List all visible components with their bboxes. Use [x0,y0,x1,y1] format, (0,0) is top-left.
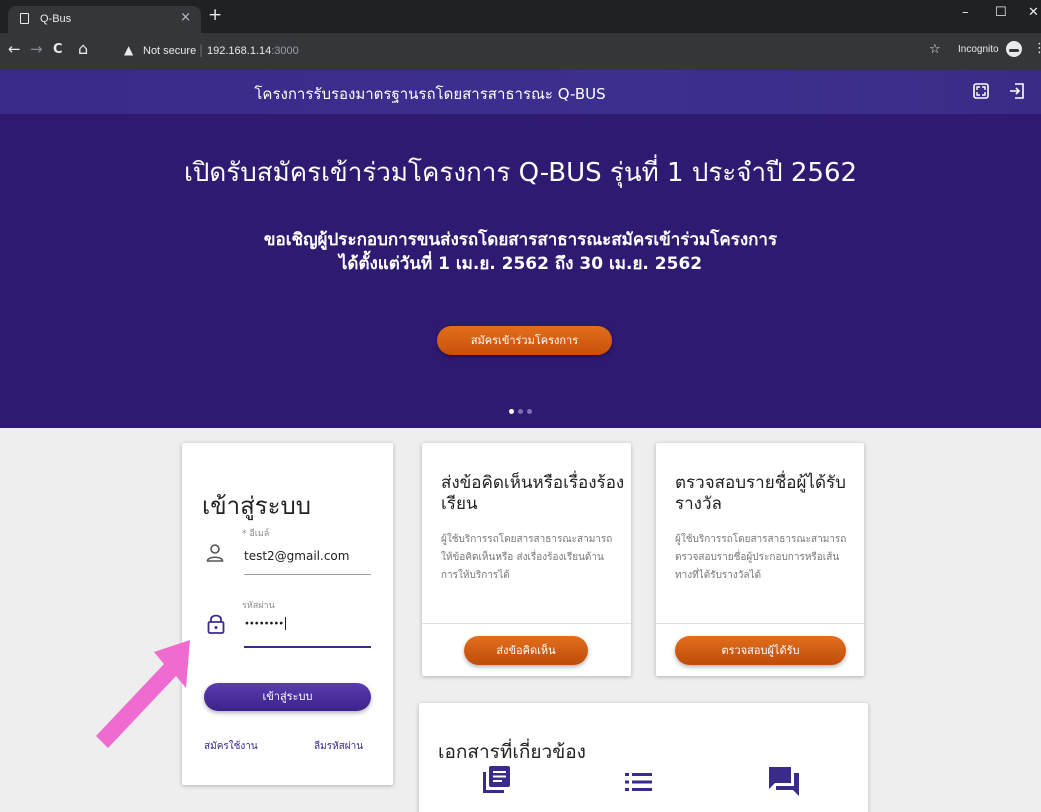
forgot-password-link[interactable]: ลืมรหัสผ่าน [314,739,363,754]
annotation-arrow-icon [96,640,190,748]
library-books-icon[interactable] [481,765,511,795]
app-bar: โครงการรับรองมาตรฐานรถโดยสารสาธารณะ Q-BU… [0,70,1041,114]
lock-icon [207,614,225,634]
password-label: รหัสผ่าน [242,601,275,611]
page-icon [20,13,29,24]
hero-subtitle-line1: ขอเชิญผู้ประกอบการขนส่งรถโดยสารสาธารณะสม… [263,230,778,250]
back-button[interactable]: ← [8,42,21,57]
url-port: :3000 [271,45,299,57]
award-description: ผู้ใช้บริการรถโดยสารสาธารณะสามารถตรวจสอบ… [675,534,847,581]
address-bar[interactable]: ▲ Not secure | 192.168.1.14:3000 [115,39,941,64]
card-divider [656,623,864,624]
carousel-dot-1[interactable] [509,409,514,414]
register-link[interactable]: สมัครใช้งาน [204,739,258,754]
text-cursor [285,617,287,630]
carousel-dot-3[interactable] [527,409,532,414]
url-text[interactable]: 192.168.1.14:3000 [207,45,299,57]
feedback-card: ส่งข้อคิดเห็นหรือเรื่องร้องเรียน ผู้ใช้บ… [422,443,631,676]
page: โครงการรับรองมาตรฐานรถโดยสารสาธารณะ Q-BU… [0,70,1041,812]
award-title: ตรวจสอบรายชื่อผู้ได้รับรางวัล [675,473,846,514]
tab-title: Q-Bus [40,13,72,25]
apply-button[interactable]: สมัครเข้าร่วมโครงการ [437,326,612,355]
bookmark-star-icon[interactable]: ☆ [929,42,941,57]
email-underline [244,574,371,575]
documents-card: เอกสารที่เกี่ยวข้อง [419,703,868,812]
login-card: เข้าสู่ระบบ * อีเมล์ test2@gmail.com รหั… [182,443,393,785]
required-mark: * [242,529,247,539]
password-value: •••••••• [244,618,284,630]
password-underline [244,646,371,648]
password-input[interactable]: •••••••• [244,617,287,630]
url-host: 192.168.1.14 [207,45,272,57]
app-title: โครงการรับรองมาตรฐานรถโดยสารสาธารณะ Q-BU… [254,85,606,103]
login-button[interactable]: เข้าสู่ระบบ [204,683,371,711]
browser-toolbar: ← → C ⌂ ▲ Not secure | 192.168.1.14:3000… [0,33,1041,70]
check-awards-button[interactable]: ตรวจสอบผู้ได้รับ [675,636,846,665]
browser-menu-icon[interactable]: ⋮ [1033,41,1041,56]
login-title: เข้าสู่ระบบ [202,492,311,520]
tab-close-icon[interactable]: × [180,10,191,25]
security-status[interactable]: Not secure [143,45,196,57]
hero-carousel: เปิดรับสมัครเข้าร่วมโครงการ Q-BUS รุ่นที… [0,114,1041,428]
documents-title: เอกสารที่เกี่ยวข้อง [438,741,586,763]
email-input[interactable]: test2@gmail.com [244,549,349,563]
send-feedback-button[interactable]: ส่งข้อคิดเห็น [464,636,588,665]
fullscreen-icon[interactable] [972,82,990,100]
hero-title: เปิดรับสมัครเข้าร่วมโครงการ Q-BUS รุ่นที… [183,158,858,188]
person-icon [206,544,224,562]
incognito-icon[interactable] [1006,41,1022,57]
email-label: * อีเมล์ [242,526,269,540]
hero-subtitle-line2: ได้ตั้งแต่วันที่ 1 เม.ย. 2562 ถึง 30 เม.… [338,254,703,274]
forward-button[interactable]: → [30,42,43,57]
home-button[interactable]: ⌂ [78,41,88,57]
card-divider [422,623,631,624]
incognito-label: Incognito [958,44,999,55]
browser-tab[interactable]: Q-Bus × [8,6,201,33]
award-card: ตรวจสอบรายชื่อผู้ได้รับรางวัล ผู้ใช้บริก… [656,443,864,676]
browser-titlebar: Q-Bus × + – ☐ ✕ [0,0,1041,33]
email-label-text: อีเมล์ [249,529,270,539]
maximize-button[interactable]: ☐ [995,5,1007,20]
reload-button[interactable]: C [53,42,63,57]
new-tab-button[interactable]: + [208,7,222,24]
forum-icon[interactable] [767,765,801,797]
warning-icon[interactable]: ▲ [124,43,133,57]
feedback-description: ผู้ใช้บริการรถโดยสารสาธารณะสามารถให้ข้อค… [441,534,613,581]
list-icon[interactable] [625,771,653,793]
close-window-button[interactable]: ✕ [1028,5,1039,20]
login-icon[interactable] [1008,82,1026,100]
carousel-indicators [509,399,536,418]
minimize-button[interactable]: – [962,5,969,20]
url-separator: | [199,43,204,57]
carousel-dot-2[interactable] [518,409,523,414]
feedback-title: ส่งข้อคิดเห็นหรือเรื่องร้องเรียน [441,473,625,514]
